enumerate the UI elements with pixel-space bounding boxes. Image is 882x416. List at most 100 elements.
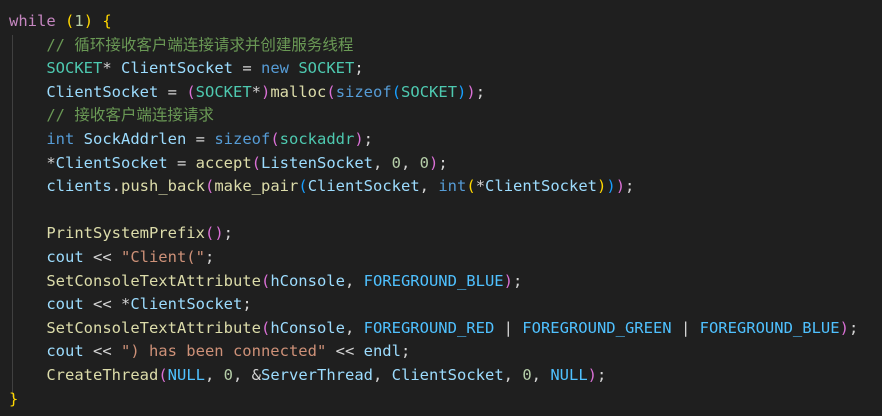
- code-token: ClientSocket: [46, 82, 159, 101]
- code-token: ") has been connected": [120, 342, 327, 361]
- code-token: ClientSocket: [307, 177, 420, 196]
- code-line[interactable]: cout << *ClientSocket;: [9, 293, 251, 317]
- code-token: ClientSocket: [485, 177, 598, 196]
- code-token: sizeof: [335, 82, 392, 101]
- code-token: clients: [46, 177, 112, 196]
- code-token: ;: [597, 366, 607, 384]
- code-token: ;: [438, 153, 448, 172]
- code-token: =: [232, 59, 261, 78]
- code-token: ,: [373, 366, 392, 384]
- code-line[interactable]: cout << ") has been connected" << endl;: [9, 340, 410, 364]
- code-line[interactable]: }: [9, 388, 18, 412]
- code-line[interactable]: ClientSocket = (SOCKET*)malloc(sizeof(SO…: [9, 81, 485, 105]
- code-token: 0: [419, 153, 430, 172]
- code-token: accept: [195, 153, 252, 172]
- code-line[interactable]: clients.push_back(make_pair(ClientSocket…: [9, 175, 634, 199]
- code-token: SOCKET: [401, 82, 458, 101]
- code-line[interactable]: PrintSystemPrefix();: [9, 222, 233, 246]
- code-token: ): [429, 153, 439, 172]
- code-token: ): [597, 177, 607, 196]
- code-token: SOCKET: [195, 82, 252, 101]
- code-token: NULL: [550, 366, 588, 384]
- code-token: (: [326, 82, 336, 101]
- code-token: =: [167, 153, 196, 172]
- code-token: {: [102, 12, 112, 30]
- code-token: ): [587, 366, 598, 384]
- code-token: ClientSocket: [391, 366, 504, 384]
- code-token: ): [606, 177, 616, 196]
- code-token: ;: [400, 342, 411, 361]
- code-token: ;: [475, 82, 486, 101]
- code-token: |: [494, 318, 523, 337]
- code-line[interactable]: SetConsoleTextAttribute(hConsole, FOREGR…: [9, 270, 522, 294]
- code-token: (: [260, 318, 271, 337]
- code-line[interactable]: *ClientSocket = accept(ListenSocket, 0, …: [9, 152, 448, 176]
- code-token: ;: [354, 59, 364, 78]
- code-token: // 接收客户端连接请求: [46, 106, 214, 125]
- code-token: malloc: [270, 82, 327, 101]
- code-token: 0: [223, 366, 233, 384]
- code-line[interactable]: SetConsoleTextAttribute(hConsole, FOREGR…: [9, 317, 858, 341]
- code-token: ;: [848, 318, 859, 337]
- code-token: SetConsoleTextAttribute: [46, 318, 261, 337]
- code-token: .: [111, 177, 121, 196]
- code-token: ): [466, 82, 476, 101]
- code-token: CreateThread: [46, 366, 159, 384]
- code-token: (: [186, 82, 196, 101]
- code-token: ): [214, 224, 224, 243]
- code-token: *: [46, 153, 56, 172]
- code-token: ,: [401, 153, 420, 172]
- code-editor[interactable]: while (1) { // 循环接收客户端连接请求并创建服务线程 SOCKET…: [0, 0, 882, 416]
- code-token: (: [260, 271, 271, 290]
- code-token: cout: [46, 295, 84, 314]
- code-token: ;: [223, 224, 233, 243]
- code-token: ;: [625, 177, 635, 196]
- code-token: FOREGROUND_BLUE: [699, 318, 840, 337]
- code-token: <<: [83, 295, 121, 314]
- code-token: <<: [326, 342, 364, 361]
- code-token: "Client(": [120, 248, 205, 266]
- code-token: &: [251, 366, 262, 384]
- code-token: ,: [531, 366, 551, 384]
- code-line[interactable]: cout << "Client(";: [9, 246, 214, 270]
- code-token: ): [354, 130, 364, 148]
- code-line[interactable]: // 接收客户端连接请求: [9, 104, 214, 128]
- code-line[interactable]: int SockAddrlen = sizeof(sockaddr);: [9, 128, 373, 152]
- code-token: =: [158, 82, 187, 101]
- code-token: (: [270, 130, 280, 148]
- code-token: int: [46, 130, 75, 148]
- code-token: ,: [372, 153, 392, 172]
- code-line[interactable]: SOCKET* ClientSocket = new SOCKET;: [9, 57, 364, 81]
- code-token: ): [503, 271, 513, 290]
- code-token: *: [251, 82, 261, 101]
- code-token: (: [391, 82, 402, 101]
- code-line[interactable]: // 循环接收客户端连接请求并创建服务线程: [9, 34, 353, 58]
- code-line[interactable]: CreateThread(NULL, 0, &ServerThread, Cli…: [9, 364, 606, 388]
- code-token: push_back: [121, 177, 205, 196]
- code-token: ,: [233, 366, 252, 384]
- code-token: ,: [204, 366, 224, 384]
- code-token: ;: [204, 248, 215, 266]
- code-token: 0: [391, 153, 401, 172]
- code-token: FOREGROUND_RED: [363, 318, 495, 337]
- code-token: ClientSocket: [55, 153, 168, 172]
- code-token: <<: [83, 248, 121, 266]
- code-token: ,: [419, 177, 439, 196]
- code-token: cout: [46, 248, 84, 266]
- code-token: sizeof: [214, 130, 271, 148]
- code-token: while: [9, 12, 56, 30]
- code-token: *: [120, 295, 131, 314]
- code-line[interactable]: while (1) {: [9, 10, 112, 34]
